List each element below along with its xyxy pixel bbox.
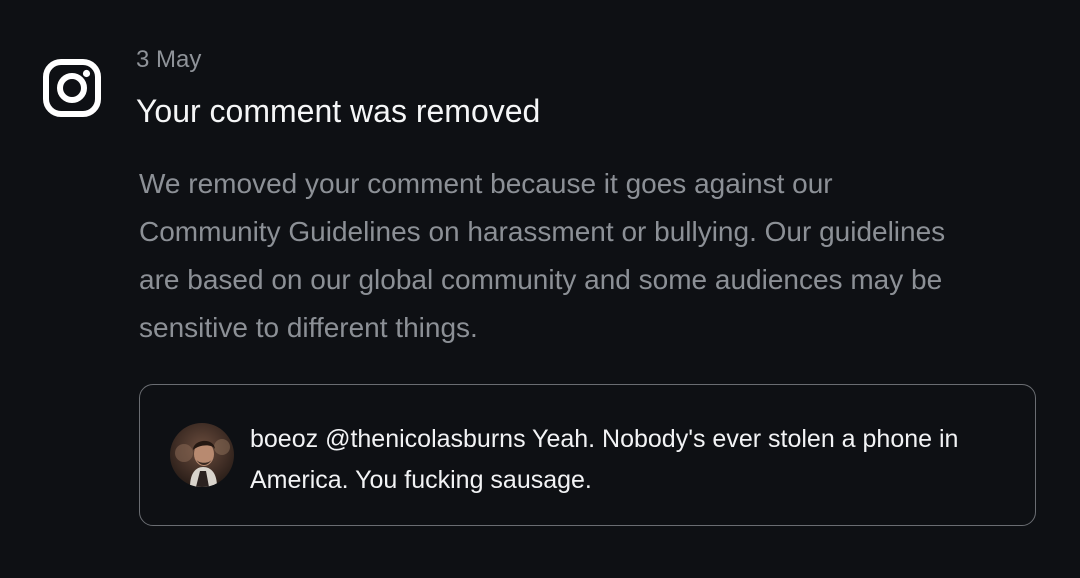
- body-line: are based on our global community and so…: [139, 264, 943, 295]
- comment-text: boeoz @thenicolasburns Yeah. Nobody's ev…: [250, 419, 1020, 501]
- body-line: We removed your comment because it goes …: [139, 168, 833, 199]
- instagram-icon: [42, 58, 102, 118]
- comment-username[interactable]: boeoz: [250, 425, 318, 453]
- notification-body: We removed your comment because it goes …: [139, 160, 1039, 352]
- comment-body-line: @thenicolasburns Yeah. Nobody's ever sto…: [325, 425, 959, 453]
- notification-date: 3 May: [136, 46, 202, 73]
- user-avatar: [170, 423, 234, 487]
- removed-comment-card[interactable]: boeoz @thenicolasburns Yeah. Nobody's ev…: [139, 384, 1036, 526]
- body-line: sensitive to different things.: [139, 312, 478, 343]
- body-line: Community Guidelines on harassment or bu…: [139, 216, 946, 247]
- notification-title: Your comment was removed: [136, 93, 541, 129]
- comment-line: boeoz @thenicolasburns Yeah. Nobody's ev…: [250, 419, 1020, 460]
- comment-line: America. You fucking sausage.: [250, 466, 592, 494]
